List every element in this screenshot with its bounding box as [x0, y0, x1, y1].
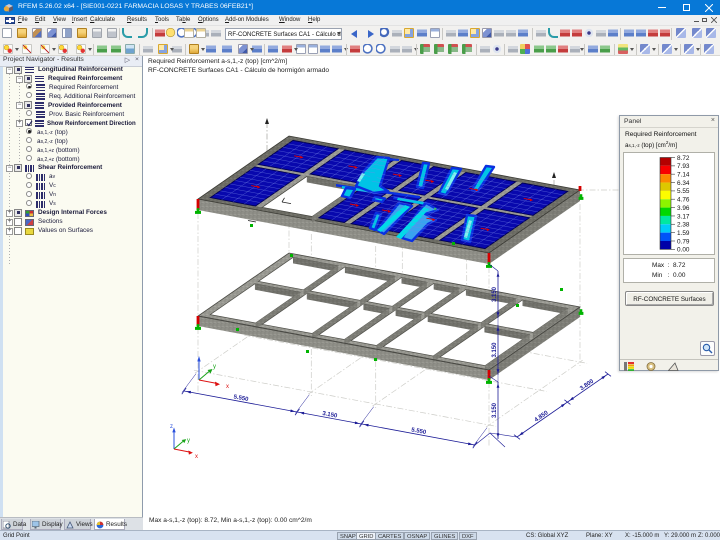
svg-text:1.59: 1.59 — [677, 230, 690, 237]
svg-text:0.79: 0.79 — [677, 238, 690, 245]
svg-text:5.55: 5.55 — [677, 188, 690, 195]
svg-text:6.34: 6.34 — [677, 180, 690, 187]
svg-text:y: y — [187, 438, 190, 444]
svg-text:3.96: 3.96 — [677, 205, 690, 212]
svg-text:7.93: 7.93 — [677, 163, 690, 170]
svg-text:x: x — [226, 384, 229, 390]
svg-text:7.14: 7.14 — [677, 172, 690, 179]
svg-text:3.150: 3.150 — [492, 342, 498, 358]
svg-text:0.00: 0.00 — [677, 247, 690, 254]
svg-text:z: z — [170, 424, 173, 430]
svg-text:4.76: 4.76 — [677, 197, 690, 204]
svg-text:3.150: 3.150 — [492, 286, 498, 302]
svg-text:x: x — [195, 454, 198, 460]
svg-text:2.38: 2.38 — [677, 222, 690, 229]
svg-text:3.17: 3.17 — [677, 213, 690, 220]
svg-text:3.150: 3.150 — [492, 402, 498, 418]
svg-text:3.800: 3.800 — [579, 378, 595, 392]
svg-text:4.850: 4.850 — [534, 410, 550, 424]
svg-text:y: y — [213, 364, 216, 370]
svg-text:8.72: 8.72 — [677, 155, 690, 162]
